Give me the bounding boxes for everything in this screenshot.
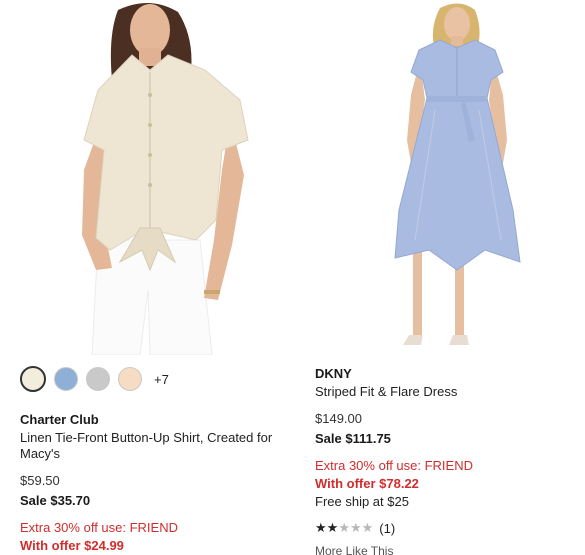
promo-text: Extra 30% off use: FRIEND (315, 458, 473, 473)
product-brand[interactable]: Charter Club (20, 412, 99, 427)
product-card-charter-club[interactable]: +7 Charter Club Linen Tie-Front Button-U… (0, 0, 300, 553)
star-icon: ★ (326, 520, 339, 535)
swatch-gray[interactable] (86, 367, 110, 391)
promo-text: Extra 30% off use: FRIEND (20, 520, 178, 535)
linen-shirt-photo (82, 2, 249, 355)
rating[interactable]: ★★★★★ (1) (315, 520, 395, 536)
swatch-cream[interactable] (20, 366, 46, 392)
original-price: $149.00 (315, 411, 362, 426)
striped-dress-photo (394, 3, 521, 345)
product-brand[interactable]: DKNY (315, 366, 352, 381)
offer-price: With offer $24.99 (20, 538, 124, 553)
product-card-dkny[interactable]: DKNY Striped Fit & Flare Dress $149.00 S… (315, 0, 545, 555)
free-shipping-text: Free ship at $25 (315, 494, 409, 509)
product-image-linen-shirt[interactable] (0, 0, 270, 355)
more-colors-link[interactable]: +7 (154, 372, 169, 387)
star-icon: ★ (338, 520, 350, 535)
swatch-blue[interactable] (54, 367, 78, 391)
star-icon: ★ (315, 520, 327, 535)
review-count[interactable]: (1) (379, 521, 395, 536)
more-like-this-link[interactable]: More Like This (315, 544, 393, 555)
product-image-striped-dress[interactable] (315, 0, 545, 355)
product-name[interactable]: Striped Fit & Flare Dress (315, 384, 545, 400)
star-icon: ★ (361, 520, 374, 535)
star-icon: ★ (349, 520, 362, 535)
offer-price: With offer $78.22 (315, 476, 419, 491)
color-swatches: +7 (20, 366, 169, 392)
star-rating-icon: ★★★★★ (315, 520, 373, 536)
sale-price: Sale $111.75 (315, 431, 391, 446)
product-grid: +7 Charter Club Linen Tie-Front Button-U… (0, 0, 585, 555)
sale-price: Sale $35.70 (20, 493, 91, 508)
original-price: $59.50 (20, 473, 60, 488)
product-name[interactable]: Linen Tie-Front Button-Up Shirt, Created… (20, 430, 300, 462)
swatch-peach[interactable] (118, 367, 142, 391)
